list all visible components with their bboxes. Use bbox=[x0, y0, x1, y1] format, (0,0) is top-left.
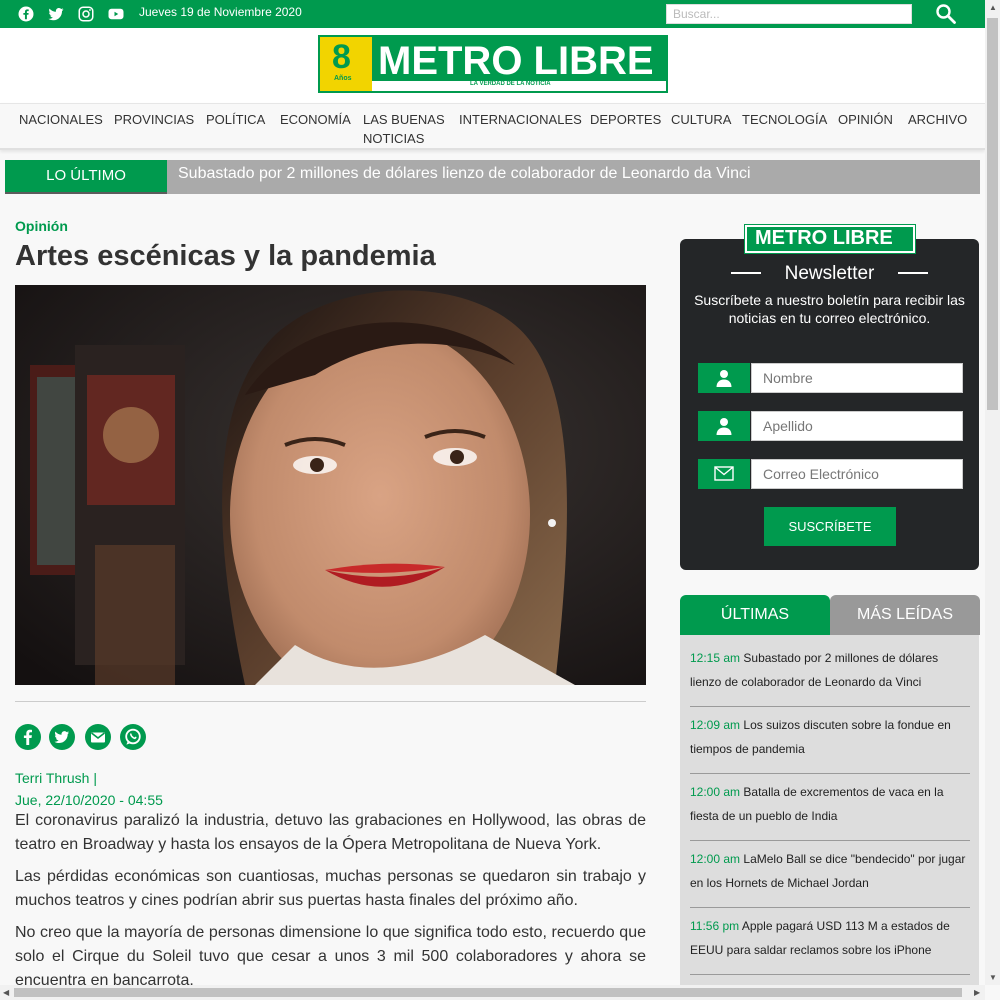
email-share-icon[interactable] bbox=[85, 724, 111, 750]
article-paragraph: No creo que la mayoría de personas dimen… bbox=[15, 924, 646, 989]
site-header: 8 Años METRO LIBRE LA VERDAD DE LA NOTIC… bbox=[0, 28, 985, 103]
list-item[interactable]: 12:00 am Batalla de excrementos de vaca … bbox=[690, 780, 970, 828]
search-icon[interactable] bbox=[934, 2, 958, 26]
email-field[interactable] bbox=[751, 459, 963, 489]
article-section[interactable]: Opinión bbox=[15, 218, 68, 234]
site-logo[interactable]: 8 Años METRO LIBRE LA VERDAD DE LA NOTIC… bbox=[318, 35, 668, 93]
horizontal-scrollbar[interactable]: ◀ ▶ bbox=[0, 985, 985, 1000]
breaking-news-bar: LO ÚLTIMO Subastado por 2 millones de dó… bbox=[5, 160, 980, 194]
anniversary-label: Años bbox=[334, 75, 352, 82]
list-divider bbox=[690, 840, 970, 841]
nav-item-internacionales[interactable]: INTERNACIONALES bbox=[459, 110, 582, 129]
article-author[interactable]: Terri Thrush | bbox=[15, 770, 97, 786]
list-item[interactable]: 12:15 am Subastado por 2 millones de dól… bbox=[690, 646, 970, 694]
tab-mas-leidas[interactable]: MÁS LEÍDAS bbox=[830, 595, 980, 635]
logo-text: METRO LIBRE bbox=[378, 39, 654, 83]
list-divider bbox=[690, 773, 970, 774]
list-item[interactable]: 11:56 pm Apple pagará USD 113 M a estado… bbox=[690, 914, 970, 962]
nav-item-nacionales[interactable]: NACIONALES bbox=[19, 110, 103, 129]
news-time: 12:00 am bbox=[690, 785, 741, 799]
logo-tagline: LA VERDAD DE LA NOTICIA bbox=[470, 81, 551, 87]
nav-item-opinion[interactable]: OPINIÓN bbox=[838, 110, 893, 129]
nav-item-cultura[interactable]: CULTURA bbox=[671, 110, 731, 129]
search-input[interactable] bbox=[666, 4, 912, 24]
scroll-up-icon[interactable]: ▲ bbox=[989, 3, 997, 12]
nav-item-buenas-noticias-1[interactable]: LAS BUENAS bbox=[363, 110, 445, 129]
horizontal-scroll-thumb[interactable] bbox=[14, 988, 962, 997]
newsletter-title: Newsletter bbox=[784, 263, 875, 284]
user-icon bbox=[698, 363, 750, 393]
current-date: Jueves 19 de Noviembre 2020 bbox=[139, 5, 302, 19]
main-nav: NACIONALES PROVINCIAS POLÍTICA ECONOMÍA … bbox=[0, 103, 985, 150]
list-divider bbox=[690, 907, 970, 908]
list-divider bbox=[690, 974, 970, 975]
list-item[interactable]: 12:09 am Los suizos discuten sobre la fo… bbox=[690, 713, 970, 761]
nav-item-buenas-noticias-2[interactable]: NOTICIAS bbox=[363, 129, 424, 148]
list-item[interactable]: 12:00 am LaMelo Ball se dice "bendecido"… bbox=[690, 847, 970, 895]
nav-item-archivo[interactable]: ARCHIVO bbox=[908, 110, 967, 129]
title-dash-right bbox=[898, 272, 928, 274]
newsletter-subtitle: Suscríbete a nuestro boletín para recibi… bbox=[694, 292, 965, 326]
article-paragraph: Las pérdidas económicas son cuantiosas, … bbox=[15, 868, 646, 909]
article-paragraph: El coronavirus paralizó la industria, de… bbox=[15, 812, 646, 853]
instagram-icon[interactable] bbox=[77, 5, 95, 23]
envelope-icon bbox=[698, 459, 750, 489]
vertical-scrollbar[interactable]: ▲ ▼ bbox=[985, 0, 1000, 985]
nav-item-tecnologia[interactable]: TECNOLOGÍA bbox=[742, 110, 827, 129]
name-field[interactable] bbox=[751, 363, 963, 393]
list-divider bbox=[690, 706, 970, 707]
article-hero-image bbox=[15, 285, 646, 685]
scroll-left-icon[interactable]: ◀ bbox=[3, 988, 9, 997]
user-icon bbox=[698, 411, 750, 441]
top-bar: Jueves 19 de Noviembre 2020 bbox=[0, 0, 985, 28]
facebook-icon[interactable] bbox=[17, 5, 35, 23]
nav-item-economia[interactable]: ECONOMÍA bbox=[280, 110, 351, 129]
nav-item-politica[interactable]: POLÍTICA bbox=[206, 110, 265, 129]
subscribe-button[interactable]: SUSCRÍBETE bbox=[764, 507, 896, 546]
facebook-share-icon[interactable] bbox=[15, 724, 41, 750]
article-divider bbox=[15, 701, 646, 702]
scroll-down-icon[interactable]: ▼ bbox=[989, 973, 997, 982]
tab-ultimas[interactable]: ÚLTIMAS bbox=[680, 595, 830, 635]
nav-item-provincias[interactable]: PROVINCIAS bbox=[114, 110, 194, 129]
article-date: Jue, 22/10/2020 - 04:55 bbox=[15, 792, 163, 808]
newsletter-logo-text: METRO LIBRE bbox=[755, 227, 893, 249]
news-time: 12:00 am bbox=[690, 852, 741, 866]
news-time: 12:09 am bbox=[690, 718, 741, 732]
breaking-headline[interactable]: Subastado por 2 millones de dólares lien… bbox=[178, 165, 751, 183]
article-title: Artes escénicas y la pandemia bbox=[15, 240, 436, 272]
whatsapp-share-icon[interactable] bbox=[120, 724, 146, 750]
anniversary-number: 8 bbox=[332, 38, 351, 76]
twitter-icon[interactable] bbox=[47, 5, 65, 23]
anniversary-badge: 8 Años bbox=[320, 37, 372, 91]
news-time: 12:15 am bbox=[690, 651, 741, 665]
newsletter-logo: METRO LIBRE bbox=[744, 224, 916, 254]
vertical-scroll-thumb[interactable] bbox=[987, 18, 998, 410]
scroll-right-icon[interactable]: ▶ bbox=[974, 988, 980, 997]
twitter-share-icon[interactable] bbox=[49, 724, 75, 750]
breaking-label: LO ÚLTIMO bbox=[5, 160, 167, 194]
nav-item-deportes[interactable]: DEPORTES bbox=[590, 110, 661, 129]
lastname-field[interactable] bbox=[751, 411, 963, 441]
news-time: 11:56 pm bbox=[690, 919, 740, 933]
youtube-icon[interactable] bbox=[107, 5, 125, 23]
